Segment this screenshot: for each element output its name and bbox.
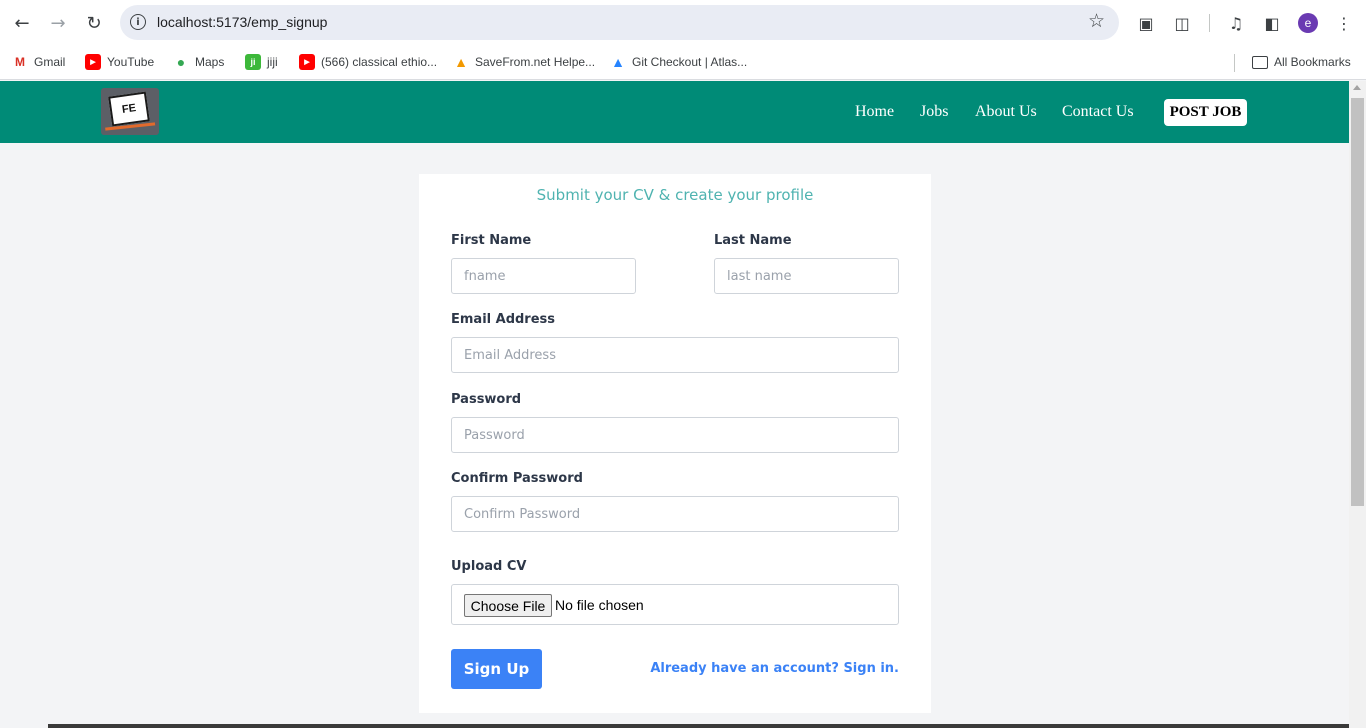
sign-in-link[interactable]: Already have an account? Sign in. (650, 661, 899, 676)
first-name-label: First Name (451, 233, 532, 248)
maps-icon: ● (176, 54, 186, 70)
all-bookmarks-label: All Bookmarks (1274, 55, 1351, 69)
toolbar-divider (1209, 14, 1210, 32)
password-input[interactable] (451, 417, 899, 453)
last-name-input[interactable] (714, 258, 899, 294)
sign-up-button[interactable]: Sign Up (451, 649, 542, 689)
bookmark-label: jiji (267, 55, 278, 69)
all-bookmarks[interactable]: All Bookmarks (1252, 52, 1351, 72)
bookmarks-divider (1234, 54, 1235, 72)
logo-text: FE (121, 102, 137, 116)
address-bar[interactable]: i localhost:5173/emp_signup ☆ (120, 5, 1119, 40)
nav-about-us[interactable]: About Us (975, 103, 1037, 121)
nav-contact-us[interactable]: Contact Us (1062, 103, 1134, 121)
bookmark-classical-ethio[interactable]: ▶ (566) classical ethio... (299, 52, 437, 72)
bottom-edge (48, 724, 1349, 728)
bookmark-gmail[interactable]: M Gmail (12, 52, 65, 72)
choose-file-button[interactable]: Choose File (464, 594, 552, 617)
bookmark-savefrom[interactable]: ▲ SaveFrom.net Helpe... (453, 52, 595, 72)
bookmark-git-checkout[interactable]: ▲ Git Checkout | Atlas... (610, 52, 747, 72)
profile-avatar[interactable]: e (1298, 13, 1318, 33)
bookmark-label: YouTube (107, 55, 155, 69)
post-job-button[interactable]: POST JOB (1164, 99, 1247, 126)
cv-file-input[interactable]: Choose File No file chosen (451, 584, 899, 625)
jiji-icon: ji (245, 54, 261, 70)
bookmark-label: Gmail (34, 55, 66, 69)
reload-icon[interactable]: ↻ (82, 11, 106, 35)
forward-arrow-icon[interactable]: → (46, 11, 70, 35)
email-input[interactable] (451, 337, 899, 373)
confirm-password-label: Confirm Password (451, 471, 583, 486)
atlassian-icon: ▲ (611, 54, 625, 70)
youtube-icon: ▶ (85, 54, 101, 70)
folder-icon (1252, 55, 1268, 69)
email-label: Email Address (451, 312, 556, 327)
last-name-label: Last Name (714, 233, 792, 248)
back-arrow-icon[interactable]: ← (10, 11, 34, 35)
bookmark-label: Maps (195, 55, 225, 69)
media-control-icon[interactable]: ♫ (1224, 11, 1248, 35)
upload-cv-label: Upload CV (451, 559, 527, 574)
browser-toolbar: ← → ↻ i localhost:5173/emp_signup ☆ ▣ ◫ … (0, 0, 1366, 46)
url-text[interactable]: localhost:5173/emp_signup (157, 14, 327, 30)
bookmark-label: (566) classical ethio... (321, 55, 438, 69)
bookmarks-bar: M Gmail ▶ YouTube ● Maps ji jiji ▶ (566)… (0, 46, 1366, 80)
side-panel-icon[interactable]: ◧ (1260, 11, 1284, 35)
form-title: Submit your CV & create your profile (536, 186, 814, 204)
nav-jobs[interactable]: Jobs (920, 103, 948, 121)
more-menu-icon[interactable]: ⋮ (1332, 11, 1356, 35)
confirm-password-input[interactable] (451, 496, 899, 532)
first-name-input[interactable] (451, 258, 636, 294)
extensions-puzzle-icon[interactable]: ◫ (1170, 11, 1194, 35)
bookmark-maps[interactable]: ● Maps (173, 52, 225, 72)
site-navbar: FE Home Jobs About Us Contact Us POST JO… (0, 81, 1349, 143)
bookmark-star-icon[interactable]: ☆ (1088, 10, 1105, 32)
site-logo[interactable]: FE (101, 88, 159, 135)
gmail-icon: M (15, 55, 25, 69)
scroll-up-arrow-icon[interactable] (1353, 85, 1361, 90)
extension-icon[interactable]: ▣ (1134, 11, 1158, 35)
bookmark-label: SaveFrom.net Helpe... (475, 55, 596, 69)
password-label: Password (451, 392, 522, 407)
bookmark-jiji[interactable]: ji jiji (245, 52, 278, 72)
savefrom-icon: ▲ (454, 54, 468, 70)
site-info-icon[interactable]: i (130, 14, 146, 30)
signup-form-card: Submit your CV & create your profile Fir… (419, 174, 931, 713)
scrollbar-thumb[interactable] (1351, 98, 1364, 506)
bookmark-youtube[interactable]: ▶ YouTube (85, 52, 154, 72)
nav-home[interactable]: Home (855, 103, 894, 121)
youtube-icon: ▶ (299, 54, 315, 70)
bookmark-label: Git Checkout | Atlas... (632, 55, 748, 69)
file-status-text: No file chosen (555, 597, 644, 613)
